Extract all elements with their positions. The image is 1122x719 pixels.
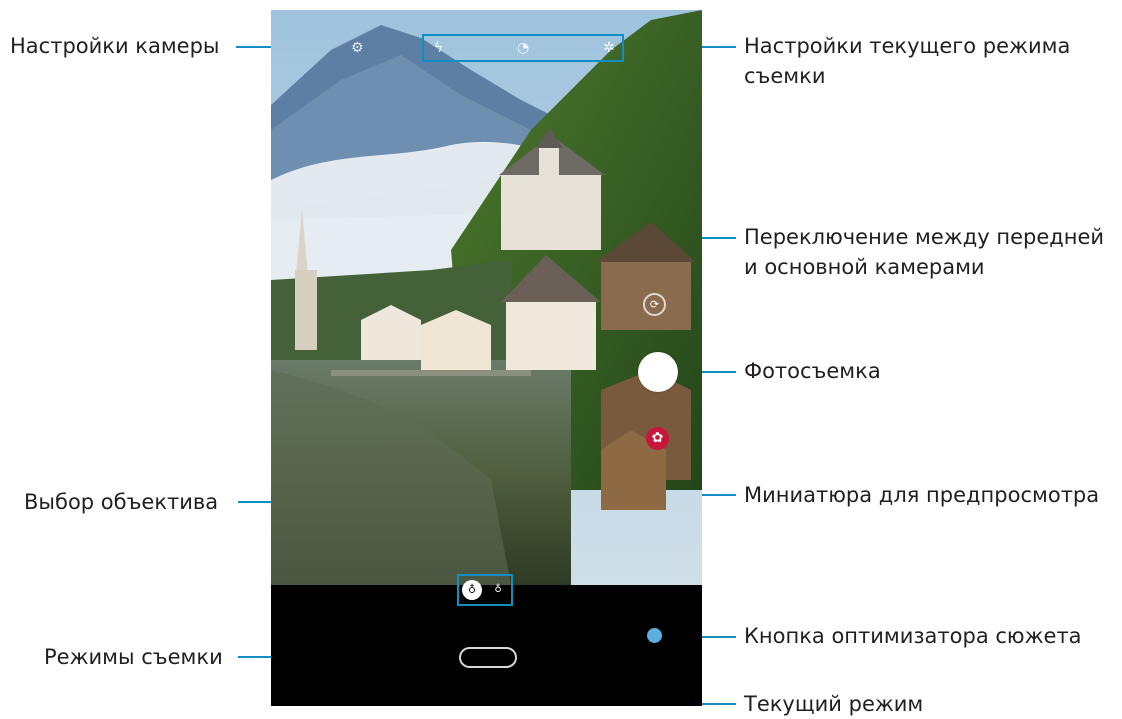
label-camera-settings: Настройки камеры <box>10 34 220 58</box>
label-switch-camera-2: и основной камерами <box>744 255 985 279</box>
flower-icon: ✿ <box>651 430 664 446</box>
label-current-mode: Текущий режим <box>744 692 924 716</box>
label-scene-optimizer: Кнопка оптимизатора сюжета <box>744 624 1082 648</box>
camera-viewfinder[interactable]: ⚙ ϟ ◔ ✲ ⟳ ✿ <box>271 10 702 585</box>
lens-selector[interactable]: ♁ ♁ <box>457 574 513 606</box>
shutter-button[interactable] <box>638 352 678 392</box>
preview-thumbnail[interactable]: ✿ <box>646 427 669 450</box>
scene-optimizer-button[interactable] <box>647 628 662 643</box>
camera-screen: ⚙ ϟ ◔ ✲ ⟳ ✿ ♁ ♁ <box>271 10 702 706</box>
label-preview-thumbnail: Миниатюра для предпросмотра <box>744 483 1100 507</box>
current-mode-button[interactable] <box>459 647 517 668</box>
label-current-mode-settings-2: съемки <box>744 64 826 88</box>
gear-icon[interactable]: ⚙ <box>351 41 364 55</box>
camera-switch-icon[interactable]: ⟳ <box>643 293 666 316</box>
current-mode-settings-highlight <box>422 34 624 62</box>
label-switch-camera-1: Переключение между передней <box>744 225 1105 249</box>
ultra-wide-lens-icon[interactable]: ♁ <box>488 580 508 600</box>
label-lens-selection: Выбор объектива <box>24 490 219 514</box>
label-current-mode-settings-1: Настройки текущего режима <box>744 34 1071 58</box>
viewfinder-scene-image <box>271 10 702 585</box>
wide-lens-icon[interactable]: ♁ <box>462 580 482 600</box>
label-take-photo: Фотосъемка <box>744 359 881 383</box>
label-shooting-modes: Режимы съемки <box>44 645 223 669</box>
